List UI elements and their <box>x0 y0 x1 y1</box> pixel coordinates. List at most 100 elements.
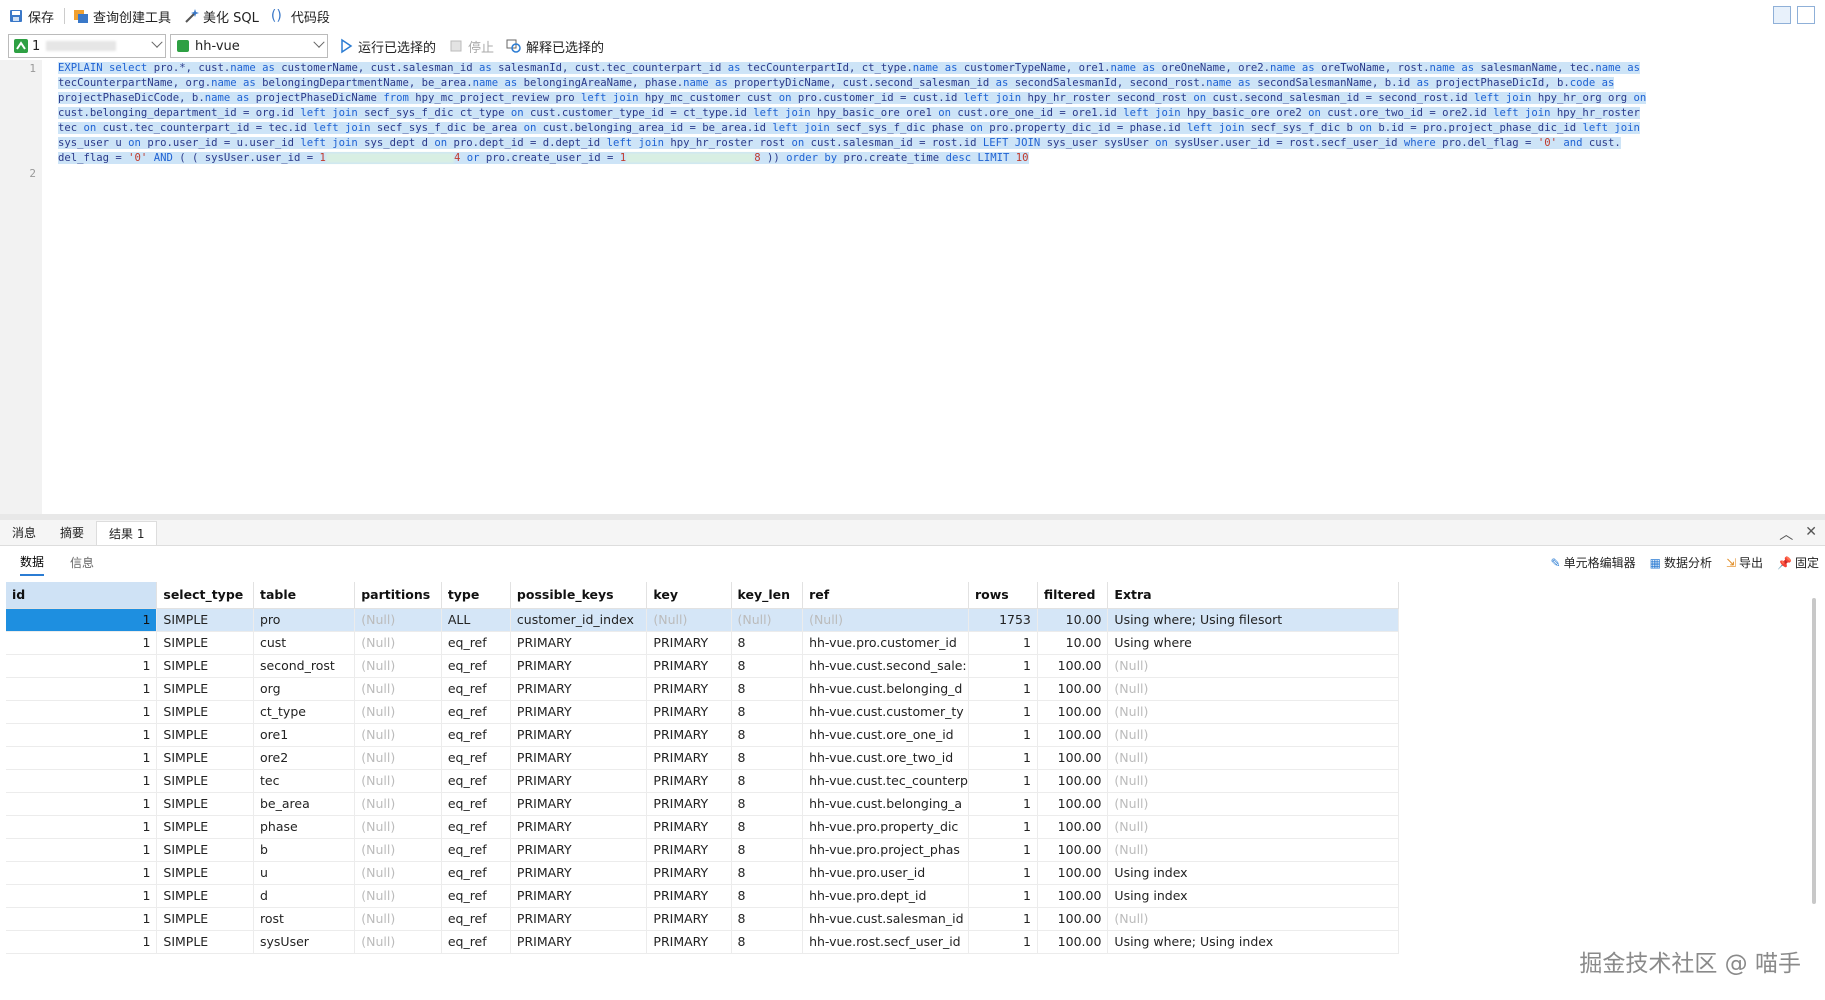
table-cell-id[interactable]: 1 <box>6 654 158 678</box>
database-select[interactable]: hh-vue <box>170 34 328 58</box>
table-cell-key-len[interactable]: 8 <box>731 838 804 862</box>
table-cell-select-type[interactable]: SIMPLE <box>156 700 254 724</box>
table-cell-key[interactable]: PRIMARY <box>646 907 732 931</box>
table-cell-filtered[interactable]: 100.00 <box>1037 884 1109 908</box>
tab-summary[interactable]: 摘要 <box>48 521 96 545</box>
table-cell-table[interactable]: pro <box>253 608 356 632</box>
run-selected-button[interactable]: 运行已选择的 <box>338 37 436 56</box>
table-cell-key-len[interactable]: 8 <box>731 700 804 724</box>
table-cell-ref[interactable]: (Null) <box>802 608 969 632</box>
table-row[interactable]: 1 SIMPLE be_area (Null) eq_ref PRIMARY PRIMARY… <box>6 792 1399 816</box>
table-cell-rows[interactable]: 1 <box>968 700 1038 724</box>
query-builder-button[interactable]: 查询创建工具 <box>73 7 171 26</box>
table-cell-filtered[interactable]: 100.00 <box>1037 654 1109 678</box>
beautify-sql-button[interactable]: 美化 SQL <box>183 7 259 26</box>
table-cell-id[interactable]: 1 <box>6 677 158 701</box>
table-cell-rows[interactable]: 1 <box>968 631 1038 655</box>
column-header-key-len[interactable]: key_len <box>731 582 804 609</box>
table-cell-key[interactable]: PRIMARY <box>646 792 732 816</box>
table-cell-partitions[interactable]: (Null) <box>354 838 442 862</box>
table-row[interactable]: 1 SIMPLE b (Null) eq_ref PRIMARY PRIMARY 8 hh-vu… <box>6 838 1399 862</box>
table-cell-key-len[interactable]: 8 <box>731 861 804 885</box>
table-cell-table[interactable]: rost <box>253 907 356 931</box>
table-cell-possible-keys[interactable]: PRIMARY <box>510 700 648 724</box>
table-cell-extra[interactable]: Using where; Using index <box>1107 930 1399 954</box>
table-cell-id[interactable]: 1 <box>6 861 158 885</box>
table-cell-ref[interactable]: hh-vue.cust.ore_two_id <box>802 746 969 770</box>
table-cell-possible-keys[interactable]: PRIMARY <box>510 861 648 885</box>
data-analysis-button[interactable]: ▦ 数据分析 <box>1650 554 1712 571</box>
table-cell-table[interactable]: phase <box>253 815 356 839</box>
table-cell-ref[interactable]: hh-vue.cust.belonging_a <box>802 792 969 816</box>
table-cell-partitions[interactable]: (Null) <box>354 884 442 908</box>
save-button[interactable]: 保存 <box>8 7 54 26</box>
table-cell-possible-keys[interactable]: PRIMARY <box>510 631 648 655</box>
table-cell-type[interactable]: eq_ref <box>441 815 511 839</box>
table-row[interactable]: 1 SIMPLE d (Null) eq_ref PRIMARY PRIMARY 8 hh-vu… <box>6 884 1399 908</box>
table-cell-extra[interactable]: (Null) <box>1107 815 1399 839</box>
export-button[interactable]: ⇲ 导出 <box>1726 554 1763 571</box>
table-cell-table[interactable]: be_area <box>253 792 356 816</box>
table-cell-table[interactable]: d <box>253 884 356 908</box>
tab-messages[interactable]: 消息 <box>0 521 48 545</box>
table-cell-rows[interactable]: 1 <box>968 815 1038 839</box>
table-cell-extra[interactable]: Using index <box>1107 861 1399 885</box>
cell-editor-button[interactable]: ✎ 单元格编辑器 <box>1551 554 1636 571</box>
table-cell-partitions[interactable]: (Null) <box>354 769 442 793</box>
code-snippet-button[interactable]: () 代码段 <box>271 7 330 26</box>
table-cell-select-type[interactable]: SIMPLE <box>156 907 254 931</box>
table-cell-partitions[interactable]: (Null) <box>354 631 442 655</box>
chevron-up-icon[interactable]: ︿ <box>1779 524 1793 544</box>
table-cell-key[interactable]: PRIMARY <box>646 746 732 770</box>
table-cell-id[interactable]: 1 <box>6 700 158 724</box>
table-cell-key[interactable]: PRIMARY <box>646 723 732 747</box>
table-cell-partitions[interactable]: (Null) <box>354 930 442 954</box>
table-row[interactable]: 1 SIMPLE sysUser (Null) eq_ref PRIMARY PRIMARY… <box>6 930 1399 954</box>
table-cell-table[interactable]: second_rost <box>253 654 356 678</box>
table-cell-key-len[interactable]: 8 <box>731 723 804 747</box>
table-cell-ref[interactable]: hh-vue.pro.user_id <box>802 861 969 885</box>
table-cell-partitions[interactable]: (Null) <box>354 723 442 747</box>
table-cell-rows[interactable]: 1753 <box>968 608 1038 632</box>
table-cell-possible-keys[interactable]: PRIMARY <box>510 677 648 701</box>
table-cell-partitions[interactable]: (Null) <box>354 608 442 632</box>
table-cell-table[interactable]: ore2 <box>253 746 356 770</box>
table-row[interactable]: 1 SIMPLE org (Null) eq_ref PRIMARY PRIMARY 8 hh-… <box>6 677 1399 701</box>
table-cell-filtered[interactable]: 100.00 <box>1037 700 1109 724</box>
column-header-table[interactable]: table <box>253 582 356 609</box>
column-header-partitions[interactable]: partitions <box>354 582 442 609</box>
table-cell-key[interactable]: PRIMARY <box>646 838 732 862</box>
table-cell-table[interactable]: tec <box>253 769 356 793</box>
table-cell-ref[interactable]: hh-vue.cust.second_sale: <box>802 654 969 678</box>
table-cell-ref[interactable]: hh-vue.pro.property_dic <box>802 815 969 839</box>
table-cell-rows[interactable]: 1 <box>968 792 1038 816</box>
table-cell-id[interactable]: 1 <box>6 884 158 908</box>
column-header-key[interactable]: key <box>646 582 732 609</box>
table-cell-id[interactable]: 1 <box>6 930 158 954</box>
table-cell-ref[interactable]: hh-vue.cust.customer_ty <box>802 700 969 724</box>
pin-button[interactable]: 📌 固定 <box>1777 554 1819 571</box>
table-cell-partitions[interactable]: (Null) <box>354 677 442 701</box>
table-cell-filtered[interactable]: 10.00 <box>1037 608 1109 632</box>
table-cell-type[interactable]: eq_ref <box>441 907 511 931</box>
table-cell-type[interactable]: ALL <box>441 608 511 632</box>
table-cell-id[interactable]: 1 <box>6 631 158 655</box>
table-cell-id[interactable]: 1 <box>6 746 158 770</box>
table-cell-key-len[interactable]: 8 <box>731 631 804 655</box>
table-cell-id[interactable]: 1 <box>6 769 158 793</box>
table-cell-possible-keys[interactable]: PRIMARY <box>510 723 648 747</box>
stop-button[interactable]: 停止 <box>448 37 494 56</box>
table-cell-id[interactable]: 1 <box>6 608 158 632</box>
tab-result-1[interactable]: 结果 1 <box>96 521 158 545</box>
explain-selected-button[interactable]: 解释已选择的 <box>506 37 604 56</box>
table-cell-ref[interactable]: hh-vue.pro.dept_id <box>802 884 969 908</box>
table-cell-key[interactable]: PRIMARY <box>646 815 732 839</box>
table-cell-select-type[interactable]: SIMPLE <box>156 608 254 632</box>
table-cell-id[interactable]: 1 <box>6 907 158 931</box>
table-cell-filtered[interactable]: 100.00 <box>1037 838 1109 862</box>
table-cell-key-len[interactable]: 8 <box>731 677 804 701</box>
table-cell-extra[interactable]: (Null) <box>1107 769 1399 793</box>
table-cell-filtered[interactable]: 100.00 <box>1037 769 1109 793</box>
table-cell-partitions[interactable]: (Null) <box>354 861 442 885</box>
table-cell-type[interactable]: eq_ref <box>441 838 511 862</box>
